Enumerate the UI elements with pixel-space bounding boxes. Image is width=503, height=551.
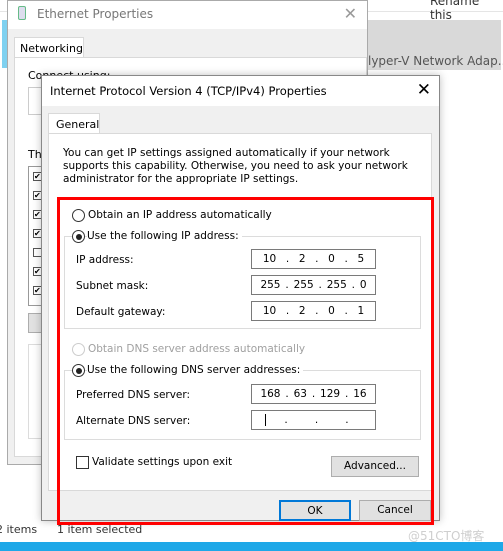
title-bar: Internet Protocol Version 4 (TCP/IPv4) P… [42, 76, 439, 106]
tab-general[interactable]: General [48, 113, 100, 134]
status-item-count: 2 items [0, 523, 38, 536]
window-title: Ethernet Properties [37, 7, 154, 21]
title-bar: Ethernet Properties ✕ [8, 1, 367, 29]
close-icon[interactable]: ✕ [344, 4, 357, 23]
close-icon[interactable]: ✕ [417, 80, 431, 100]
items-label: Th [28, 148, 42, 161]
tab-networking[interactable]: Networking [14, 37, 84, 58]
dialog-title: Internet Protocol Version 4 (TCP/IPv4) P… [50, 84, 327, 98]
network-adapter-item[interactable]: lyper-V Network Adap... [368, 20, 503, 70]
adapter-label: lyper-V Network Adap... [368, 54, 503, 68]
toolbar-fragment: Rename this [430, 0, 480, 22]
watermark: @51CTO博客 [408, 529, 485, 543]
intro-text: You can get IP settings assigned automat… [63, 147, 408, 185]
highlight-box [57, 197, 434, 525]
ethernet-icon [18, 6, 26, 20]
